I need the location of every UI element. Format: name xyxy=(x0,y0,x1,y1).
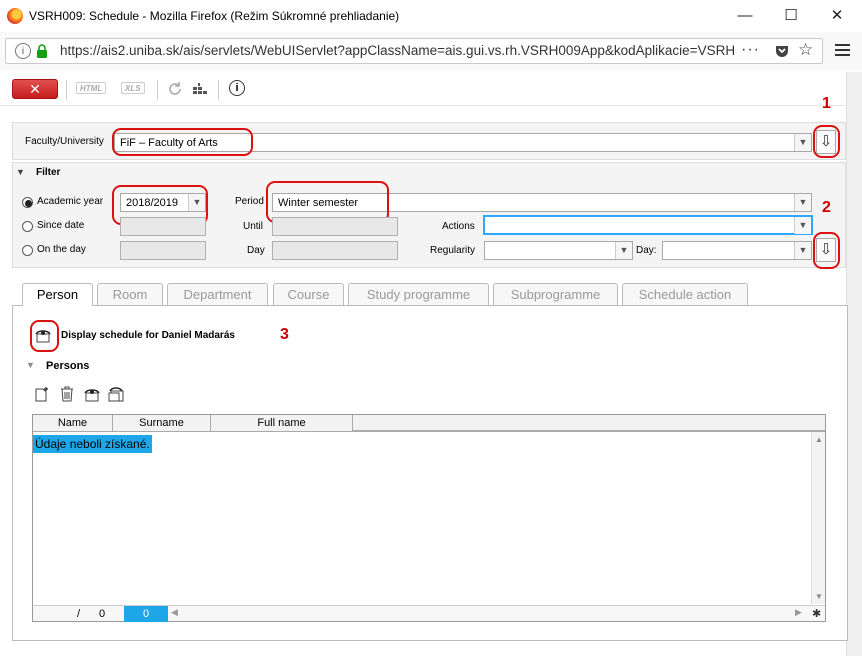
on-the-day-radio[interactable] xyxy=(22,245,33,256)
url-text[interactable]: https://ais2.uniba.sk/ais/servlets/WebUI… xyxy=(60,43,742,58)
academic-year-label: Academic year xyxy=(37,196,104,207)
address-bar[interactable]: i https://ais2.uniba.sk/ais/servlets/Web… xyxy=(5,38,823,64)
actions-label: Actions xyxy=(442,221,475,232)
gear-icon[interactable]: ✱ xyxy=(812,607,821,620)
toolbar-divider xyxy=(157,80,158,100)
bookmark-star-icon[interactable]: ☆ xyxy=(798,40,813,60)
annotation-number: 1 xyxy=(822,95,831,112)
header-divider xyxy=(33,431,825,432)
chevron-down-icon[interactable]: ▼ xyxy=(794,194,811,211)
view-icon[interactable] xyxy=(84,386,100,402)
toolbar-divider xyxy=(66,80,67,100)
table-scrollbar[interactable]: ▲ ▼ xyxy=(811,432,825,604)
since-date-field[interactable] xyxy=(120,217,206,236)
collapse-arrow-icon[interactable]: ▼ xyxy=(16,167,25,177)
scroll-down-icon[interactable]: ▼ xyxy=(815,592,823,601)
chevron-down-icon[interactable]: ▼ xyxy=(615,242,632,259)
persons-table: Name Surname Full name Údaje neboli získ… xyxy=(32,414,826,622)
filter-title: Filter xyxy=(36,167,61,178)
column-header-name[interactable]: Name xyxy=(33,415,113,431)
annotation-outline xyxy=(112,128,253,156)
regularity-select[interactable]: ▼ xyxy=(484,241,633,260)
tab-study-programme[interactable]: Study programme xyxy=(348,283,489,305)
tab-schedule-action[interactable]: Schedule action xyxy=(622,283,748,305)
page-actions-icon[interactable]: ··· xyxy=(741,41,760,59)
day2-label: Day: xyxy=(636,245,657,256)
empty-message: Údaje neboli získané. xyxy=(33,435,152,453)
display-schedule-button[interactable]: Display schedule for Daniel Madarás xyxy=(61,330,235,341)
day-field[interactable] xyxy=(272,241,398,260)
academic-year-radio[interactable] xyxy=(22,197,33,208)
pager-slash: / xyxy=(77,608,81,620)
tab-person[interactable]: Person xyxy=(22,283,93,306)
column-header-surname[interactable]: Surname xyxy=(113,415,211,431)
chevron-down-icon[interactable]: ▼ xyxy=(794,134,811,151)
toolbar-divider xyxy=(218,80,219,100)
maximize-button[interactable]: ☐ xyxy=(768,4,814,28)
export-xls-button[interactable]: XLS xyxy=(121,82,145,94)
header-filler xyxy=(353,415,825,431)
refresh-icon[interactable] xyxy=(166,80,184,98)
tab-department[interactable]: Department xyxy=(167,283,268,305)
since-date-label: Since date xyxy=(37,220,85,231)
minimize-button[interactable]: — xyxy=(722,4,768,28)
page-scrollbar[interactable] xyxy=(846,72,862,656)
regularity-label: Regularity xyxy=(430,245,476,256)
annotation-outline xyxy=(30,320,59,352)
chevron-down-icon[interactable]: ▼ xyxy=(794,242,811,259)
tab-room[interactable]: Room xyxy=(97,283,163,305)
new-item-icon[interactable] xyxy=(34,386,50,402)
pager-total: 0 xyxy=(99,608,106,620)
table-settings-icon[interactable] xyxy=(192,81,208,97)
faculty-label: Faculty/University xyxy=(25,136,104,147)
tab-course[interactable]: Course xyxy=(273,283,344,305)
lock-icon xyxy=(37,44,47,58)
day2-select[interactable]: ▼ xyxy=(662,241,812,260)
scroll-up-icon[interactable]: ▲ xyxy=(815,435,823,444)
site-info-icon[interactable]: i xyxy=(15,43,31,59)
on-the-day-label: On the day xyxy=(37,244,86,255)
title-bar: VSRH009: Schedule - Mozilla Firefox (Rež… xyxy=(0,0,862,32)
until-field[interactable] xyxy=(272,217,398,236)
actions-select[interactable]: ▼ xyxy=(483,215,813,235)
annotation-outline xyxy=(813,125,840,158)
until-label: Until xyxy=(243,221,264,232)
collapse-arrow-icon[interactable]: ▼ xyxy=(26,360,35,370)
on-the-day-field[interactable] xyxy=(120,241,206,260)
persons-title: Persons xyxy=(46,360,90,372)
tab-subprogramme[interactable]: Subprogramme xyxy=(493,283,618,305)
export-html-button[interactable]: HTML xyxy=(76,82,107,94)
display-schedule-row: Display schedule for Daniel Madarás 3 xyxy=(20,312,340,352)
window-title: VSRH009: Schedule - Mozilla Firefox (Rež… xyxy=(29,9,400,23)
table-footer: / 0 0 ◀ ▶ ✱ xyxy=(33,605,825,622)
scroll-right-icon[interactable]: ▶ xyxy=(795,607,802,618)
close-app-button[interactable]: ✕ xyxy=(12,79,58,99)
annotation-number: 3 xyxy=(280,326,289,343)
column-header-full-name[interactable]: Full name xyxy=(211,415,353,431)
chevron-down-icon[interactable]: ▼ xyxy=(794,217,811,234)
pocket-icon[interactable] xyxy=(774,43,790,59)
pager-current: 0 xyxy=(124,606,168,622)
persons-toolbar xyxy=(34,386,134,404)
close-window-button[interactable]: ✕ xyxy=(814,4,860,28)
hamburger-menu-icon[interactable] xyxy=(833,41,853,61)
view-schedule-icon[interactable] xyxy=(108,386,124,402)
firefox-logo-icon xyxy=(7,8,23,24)
info-icon[interactable]: i xyxy=(229,80,245,96)
since-date-radio[interactable] xyxy=(22,221,33,232)
annotation-outline xyxy=(813,232,840,269)
scroll-left-icon[interactable]: ◀ xyxy=(171,607,178,618)
delete-icon[interactable] xyxy=(59,386,75,402)
annotation-number: 2 xyxy=(822,199,831,216)
day-label: Day xyxy=(247,245,265,256)
period-label: Period xyxy=(235,196,264,207)
